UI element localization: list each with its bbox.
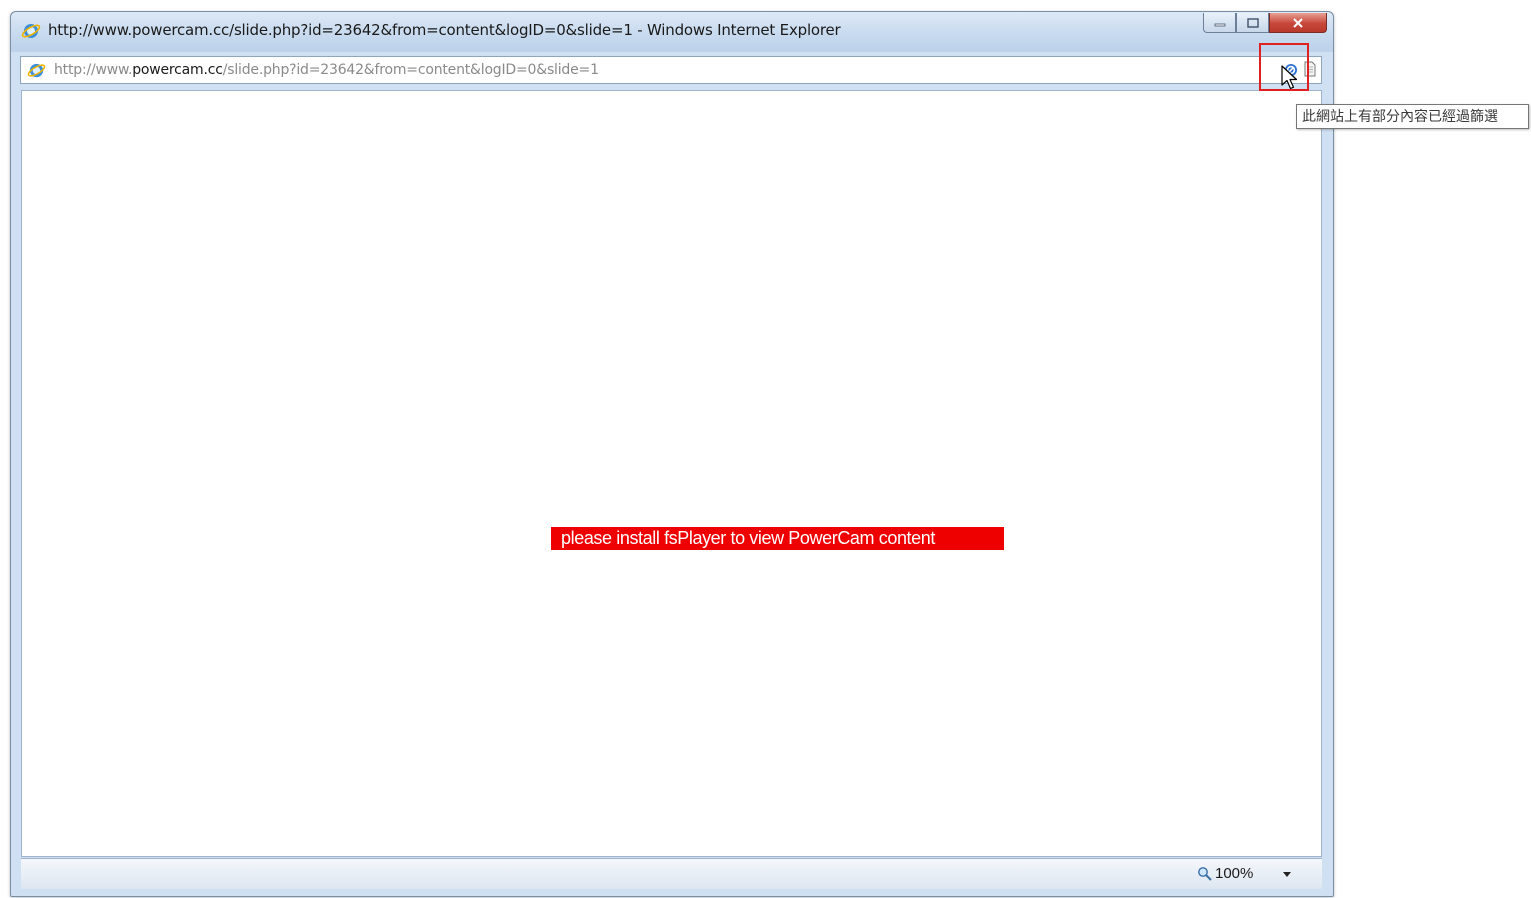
- chevron-down-icon[interactable]: [1283, 872, 1291, 877]
- window-title: http://www.powercam.cc/slide.php?id=2364…: [48, 21, 841, 39]
- zoom-control[interactable]: 100%: [1197, 865, 1253, 882]
- close-icon: [1293, 17, 1303, 28]
- url-path: /slide.php?id=23642&from=content&logID=0…: [222, 62, 599, 78]
- install-fsplayer-message: please install fsPlayer to view PowerCam…: [551, 527, 1004, 550]
- url-prefix: http://www.: [54, 62, 133, 78]
- minimize-icon: [1214, 23, 1225, 26]
- maximize-icon: [1246, 17, 1259, 28]
- page-content: please install fsPlayer to view PowerCam…: [21, 90, 1322, 857]
- ie-icon: [21, 24, 41, 38]
- zoom-level: 100%: [1215, 865, 1254, 882]
- title-bar[interactable]: http://www.powercam.cc/slide.php?id=2364…: [11, 12, 1333, 52]
- blocked-content-tooltip: 此網站上有部分內容已經過篩選: [1296, 104, 1529, 129]
- magnifier-icon: [1198, 866, 1212, 881]
- window-controls: [1203, 13, 1327, 35]
- mouse-pointer-icon: [1281, 65, 1298, 90]
- close-button[interactable]: [1269, 13, 1327, 33]
- maximize-button[interactable]: [1236, 13, 1269, 33]
- url-domain: powercam.cc: [132, 62, 223, 78]
- status-bar: 100%: [21, 858, 1322, 889]
- ie-page-icon: [27, 63, 46, 78]
- ie-window: http://www.powercam.cc/slide.php?id=2364…: [10, 11, 1334, 897]
- url-text[interactable]: http://www.powercam.cc/slide.php?id=2364…: [54, 62, 599, 78]
- address-bar[interactable]: http://www.powercam.cc/slide.php?id=2364…: [20, 56, 1322, 84]
- minimize-button[interactable]: [1203, 13, 1236, 33]
